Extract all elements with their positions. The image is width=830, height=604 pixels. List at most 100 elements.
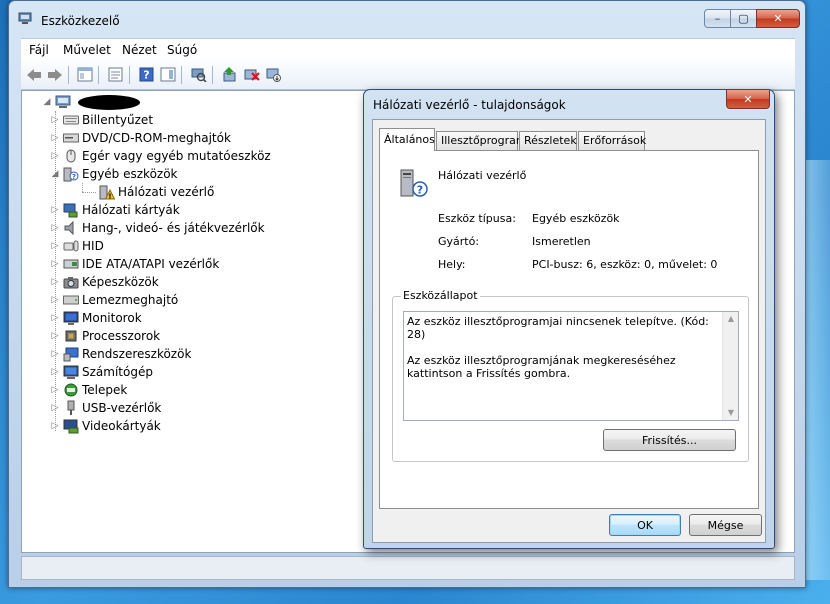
tree-item-label: DVD/CD-ROM-meghajtók	[82, 131, 231, 145]
expand-arrow-icon[interactable]: ▷	[50, 313, 60, 323]
tree-item-label: Hálózati kártyák	[82, 203, 180, 217]
expand-arrow-icon[interactable]: ▷	[50, 241, 60, 251]
console-tree-icon[interactable]	[76, 66, 93, 83]
properties-icon[interactable]	[107, 66, 124, 83]
tree-item[interactable]: ▷ Hang-, videó- és játékvezérlők	[50, 219, 265, 237]
ok-button[interactable]: OK	[609, 514, 681, 536]
action-pane-icon[interactable]	[159, 66, 176, 83]
tree-item[interactable]: ▷ HID	[50, 237, 104, 255]
svg-text:?: ?	[72, 173, 76, 181]
collapse-arrow-icon[interactable]: ◢	[42, 97, 52, 107]
battery-icon	[63, 382, 79, 398]
tab-details[interactable]: Részletek	[519, 131, 577, 150]
update-driver-icon[interactable]	[221, 66, 238, 83]
properties-dialog: Hálózati vezérlő - tulajdonságok ✕ Által…	[363, 89, 775, 549]
monitor-icon	[63, 310, 79, 326]
dialog-close-button[interactable]: ✕	[726, 90, 770, 109]
close-button[interactable]: ✕	[756, 9, 800, 28]
manufacturer-value: Ismeretlen	[532, 235, 591, 248]
processor-icon	[63, 328, 79, 344]
help-icon[interactable]: ?	[138, 66, 155, 83]
tree-item[interactable]: ▷ Számítógép	[50, 363, 153, 381]
collapse-arrow-icon[interactable]: ◢	[50, 169, 60, 179]
window-title: Eszközkezelő	[41, 14, 120, 28]
ide-controller-icon	[63, 256, 79, 272]
tree-item-label: Videokártyák	[82, 419, 161, 433]
minimize-button[interactable]: –	[704, 9, 730, 28]
disable-device-icon[interactable]	[265, 66, 282, 83]
update-driver-button[interactable]: Frissítés...	[603, 429, 736, 451]
tree-item[interactable]: ▷ Monitorok	[50, 309, 142, 327]
tab-general[interactable]: Általános	[379, 128, 435, 151]
expand-arrow-icon[interactable]: ▷	[50, 421, 60, 431]
tree-item-label: HID	[82, 239, 104, 253]
keyboard-icon	[63, 112, 79, 128]
tree-item[interactable]: ◢? Egyéb eszközök	[50, 165, 178, 183]
cancel-button[interactable]: Mégse	[689, 514, 762, 536]
menu-file[interactable]: Fájl	[29, 43, 49, 57]
tree-item-label: USB-vezérlők	[82, 401, 162, 415]
tab-driver[interactable]: Illesztőprogram	[436, 131, 527, 150]
device-manager-icon	[18, 12, 32, 24]
tree-item[interactable]: ▷ Lemezmeghajtó	[50, 291, 179, 309]
device-type-value: Egyéb eszközök	[532, 212, 620, 225]
tree-item[interactable]: ▷ Egér vagy egyéb mutatóeszköz	[50, 147, 271, 165]
tree-item-label: Képeszközök	[82, 275, 159, 289]
expand-arrow-icon[interactable]: ▷	[50, 205, 60, 215]
device-status-title: Eszközállapot	[401, 289, 480, 302]
optical-drive-icon	[63, 130, 79, 146]
menu-help[interactable]: Súgó	[167, 43, 197, 57]
tree-item[interactable]: ▷ Billentyűzet	[50, 111, 154, 129]
expand-arrow-icon[interactable]: ▷	[50, 223, 60, 233]
speaker-icon	[63, 220, 79, 236]
toolbar: ?	[21, 60, 795, 90]
expand-arrow-icon[interactable]: ▷	[50, 349, 60, 359]
tree-item-label: Processzorok	[82, 329, 161, 343]
uninstall-device-icon[interactable]	[243, 66, 260, 83]
tree-item[interactable]: ▷ Telepek	[50, 381, 128, 399]
hid-icon	[63, 238, 79, 254]
expand-arrow-icon[interactable]: ▷	[50, 295, 60, 305]
status-bar	[21, 556, 795, 580]
expand-arrow-icon[interactable]: ▷	[50, 403, 60, 413]
expand-arrow-icon[interactable]: ▷	[50, 115, 60, 125]
tree-item-label: IDE ATA/ATAPI vezérlők	[82, 257, 220, 271]
tree-item[interactable]: ▷ Rendszereszközök	[50, 345, 191, 363]
maximize-button[interactable]: ▢	[730, 9, 756, 28]
title-bar[interactable]: Eszközkezelő – ▢ ✕	[9, 1, 805, 31]
scroll-up-icon[interactable]: ▲	[723, 312, 739, 326]
back-arrow-icon[interactable]	[25, 66, 42, 83]
expand-arrow-icon[interactable]: ▷	[50, 367, 60, 377]
tree-item[interactable]: ▷ USB-vezérlők	[50, 399, 161, 417]
expand-arrow-icon[interactable]: ▷	[50, 259, 60, 269]
expand-arrow-icon[interactable]: ▷	[50, 331, 60, 341]
unknown-device-icon: ?	[398, 166, 432, 200]
toolbar-separator	[181, 66, 182, 84]
network-adapter-icon	[63, 202, 79, 218]
svg-text:?: ?	[417, 184, 423, 197]
scan-hardware-icon[interactable]	[190, 66, 207, 83]
menu-action[interactable]: Művelet	[63, 43, 111, 57]
expand-arrow-icon[interactable]: ▷	[50, 277, 60, 287]
unknown-device-icon: ?	[63, 166, 79, 182]
expand-arrow-icon[interactable]: ▷	[50, 151, 60, 161]
status-scrollbar[interactable]: ▲ ▼	[722, 312, 738, 420]
tree-item[interactable]: ▷ Processzorok	[50, 327, 161, 345]
scroll-down-icon[interactable]: ▼	[723, 406, 739, 420]
menu-view[interactable]: Nézet	[122, 43, 157, 57]
tree-item[interactable]: ▷ DVD/CD-ROM-meghajtók	[50, 129, 231, 147]
tree-item-label: Hang-, videó- és játékvezérlők	[82, 221, 265, 235]
tree-item[interactable]: ▷ IDE ATA/ATAPI vezérlők	[50, 255, 220, 273]
tree-root-computer[interactable]: ◢	[42, 93, 140, 111]
tree-item[interactable]: ▷ Képeszközök	[50, 273, 159, 291]
forward-arrow-icon[interactable]	[46, 66, 63, 83]
device-status-textbox[interactable]: Az eszköz illesztőprogramjai nincsenek t…	[403, 311, 739, 421]
tab-resources[interactable]: Erőforrások	[578, 131, 646, 150]
tree-item[interactable]: ! Hálózati vezérlő	[80, 183, 214, 201]
tree-item[interactable]: ▷ Videokártyák	[50, 417, 161, 435]
dialog-title: Hálózati vezérlő - tulajdonságok	[373, 98, 566, 112]
expand-arrow-icon[interactable]: ▷	[50, 385, 60, 395]
usb-icon	[63, 400, 79, 416]
tree-item[interactable]: ▷ Hálózati kártyák	[50, 201, 180, 219]
expand-arrow-icon[interactable]: ▷	[50, 133, 60, 143]
